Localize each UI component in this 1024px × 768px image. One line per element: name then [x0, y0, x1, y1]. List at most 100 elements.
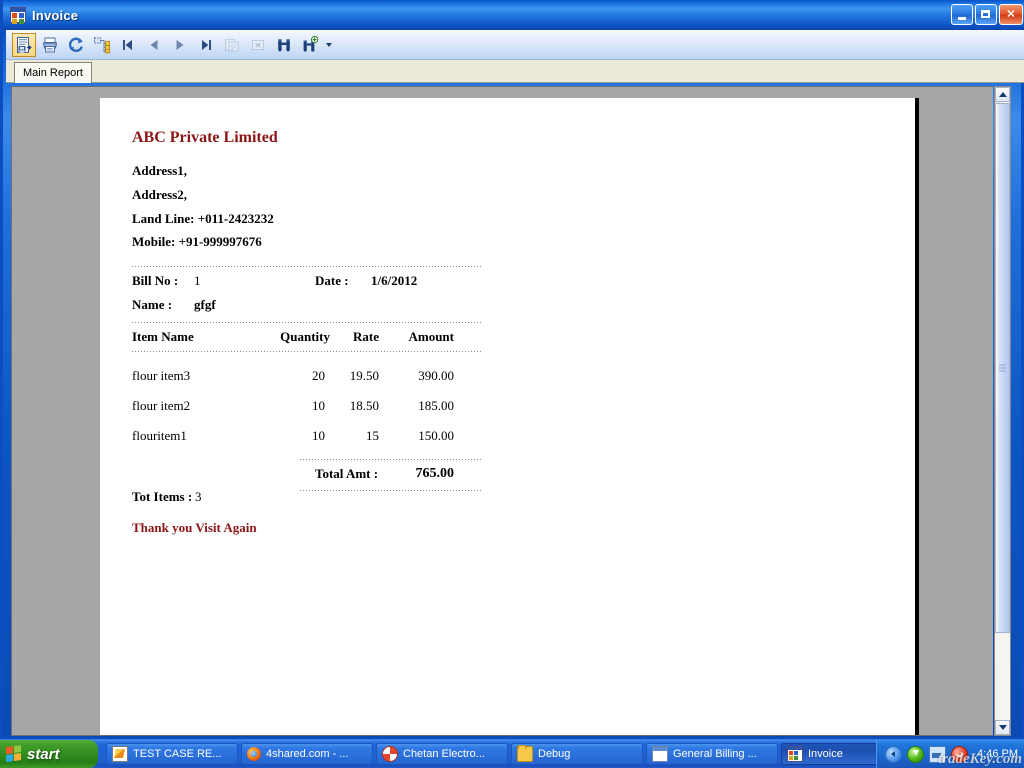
- taskbar-button-label: TEST CASE RE...: [133, 748, 222, 760]
- row-3-quantity: 10: [312, 428, 325, 443]
- address-line-2: Address2,: [132, 187, 188, 202]
- report-tabstrip: Main Report: [6, 60, 1024, 83]
- next-page-button[interactable]: [168, 33, 192, 57]
- chevron-down-icon[interactable]: [324, 33, 334, 57]
- find-text-button[interactable]: [272, 33, 296, 57]
- refresh-button[interactable]: [64, 33, 88, 57]
- vertical-scrollbar[interactable]: [994, 86, 1011, 736]
- taskbar-button-chetan-electro[interactable]: Chetan Electro...: [376, 743, 508, 765]
- tot-items-value: 3: [195, 489, 202, 504]
- maximize-button[interactable]: [975, 4, 997, 25]
- last-page-icon: [202, 39, 211, 50]
- taskbar-button-label: 4shared.com - ...: [266, 748, 349, 760]
- scrollbar-thumb[interactable]: [995, 103, 1010, 633]
- previous-page-button[interactable]: [142, 33, 166, 57]
- first-page-icon: [123, 39, 132, 50]
- stop-icon: [252, 39, 264, 50]
- go-to-page-button[interactable]: [220, 33, 244, 57]
- date-value: 1/6/2012: [371, 273, 418, 288]
- start-button[interactable]: start: [0, 740, 98, 768]
- tab-main-report[interactable]: Main Report: [14, 62, 92, 83]
- document-icon: [112, 746, 128, 762]
- report-viewport: ABC Private Limited Address1, Address2, …: [11, 86, 993, 736]
- scroll-down-button[interactable]: [995, 720, 1010, 735]
- folder-icon: [517, 745, 533, 762]
- grip-icon: [999, 364, 1006, 372]
- window-icon: [652, 746, 668, 762]
- print-report-button[interactable]: [38, 33, 62, 57]
- zoom-button[interactable]: [298, 33, 322, 57]
- date-label: Date :: [315, 273, 349, 288]
- first-page-button[interactable]: [116, 33, 140, 57]
- report-toolbar: [6, 30, 1024, 60]
- taskbar-button-general-billing[interactable]: General Billing ...: [646, 743, 778, 765]
- taskbar-button-label: General Billing ...: [673, 748, 757, 760]
- network-icon[interactable]: [929, 745, 947, 763]
- start-label: start: [27, 745, 60, 763]
- taskbar-button-test-case[interactable]: TEST CASE RE...: [106, 743, 238, 765]
- column-header-rate: Rate: [353, 329, 379, 344]
- row-3-item: flouritem1: [132, 428, 187, 443]
- name-label: Name :: [132, 297, 173, 312]
- row-1-quantity: 20: [312, 368, 325, 383]
- row-1-item: flour item3: [132, 368, 191, 383]
- bill-no-label: Bill No :: [132, 273, 179, 288]
- row-2-item: flour item2: [132, 398, 191, 413]
- refresh-icon: [68, 37, 83, 52]
- separator-line-below-total: [300, 490, 483, 491]
- printer-icon: [42, 37, 58, 52]
- address-line-1: Address1,: [132, 163, 188, 178]
- chevron-up-icon: [998, 92, 1007, 97]
- taskbar-button-4shared[interactable]: 4shared.com - ...: [241, 743, 373, 765]
- toggle-group-tree-button[interactable]: [90, 33, 114, 57]
- column-header-amount: Amount: [408, 329, 454, 344]
- binoculars-plus-icon: [303, 35, 319, 52]
- taskbar-buttons: TEST CASE RE... 4shared.com - ... Chetan…: [106, 743, 913, 765]
- footer-message: Thank you Visit Again: [132, 520, 257, 535]
- minimize-button[interactable]: [951, 4, 973, 25]
- row-3-rate: 15: [366, 428, 379, 443]
- windows-flag-icon: [6, 745, 22, 763]
- row-1-amount: 390.00: [418, 368, 454, 383]
- scroll-up-button[interactable]: [995, 87, 1010, 102]
- taskbar-button-debug[interactable]: Debug: [511, 743, 643, 765]
- taskbar-clock[interactable]: 4:46 PM: [977, 748, 1018, 760]
- window-controls: ✕: [951, 4, 1023, 25]
- last-page-button[interactable]: [194, 33, 218, 57]
- show-hidden-icons-icon[interactable]: [885, 745, 903, 763]
- column-header-quantity: Quantity: [280, 329, 330, 344]
- chevron-down-icon: [998, 725, 1007, 730]
- scrollbar-track[interactable]: [995, 634, 1010, 720]
- export-report-button[interactable]: [12, 32, 36, 57]
- row-2-rate: 18.50: [349, 398, 379, 413]
- separator-line-below-header: [132, 351, 483, 352]
- previous-page-icon: [150, 39, 158, 50]
- close-current-view-button[interactable]: [246, 33, 270, 57]
- binoculars-icon: [278, 38, 290, 51]
- report-page: ABC Private Limited Address1, Address2, …: [100, 98, 915, 735]
- taskbar-button-label: Chetan Electro...: [403, 748, 485, 760]
- row-2-quantity: 10: [312, 398, 325, 413]
- app-ball-icon: [382, 746, 398, 762]
- tot-items-label: Tot Items :: [132, 489, 193, 504]
- name-value: gfgf: [194, 297, 216, 312]
- desktop: Invoice ✕ Main Report ABC Private Limite…: [0, 0, 1024, 768]
- system-tray: 4:46 PM tradeKey.com: [876, 740, 1024, 768]
- window-titlebar[interactable]: Invoice ✕: [3, 0, 1024, 30]
- separator-line-above-total: [300, 459, 483, 460]
- tree-icon: [94, 37, 110, 53]
- taskbar: start TEST CASE RE... 4shared.com - ... …: [0, 739, 1024, 768]
- notification-icon[interactable]: [951, 745, 969, 763]
- mobile: Mobile: +91-999997676: [132, 234, 262, 249]
- land-line: Land Line: +011-2423232: [132, 211, 274, 226]
- row-1-rate: 19.50: [349, 368, 379, 383]
- download-updates-icon[interactable]: [907, 745, 925, 763]
- separator-line-top: [132, 266, 483, 267]
- next-page-icon: [176, 39, 184, 50]
- total-value: 765.00: [415, 466, 455, 481]
- close-button[interactable]: ✕: [999, 4, 1023, 25]
- taskbar-button-label: Debug: [538, 748, 571, 760]
- firefox-icon: [247, 747, 261, 761]
- separator-line-above-header: [132, 322, 483, 323]
- form-icon: [10, 7, 26, 23]
